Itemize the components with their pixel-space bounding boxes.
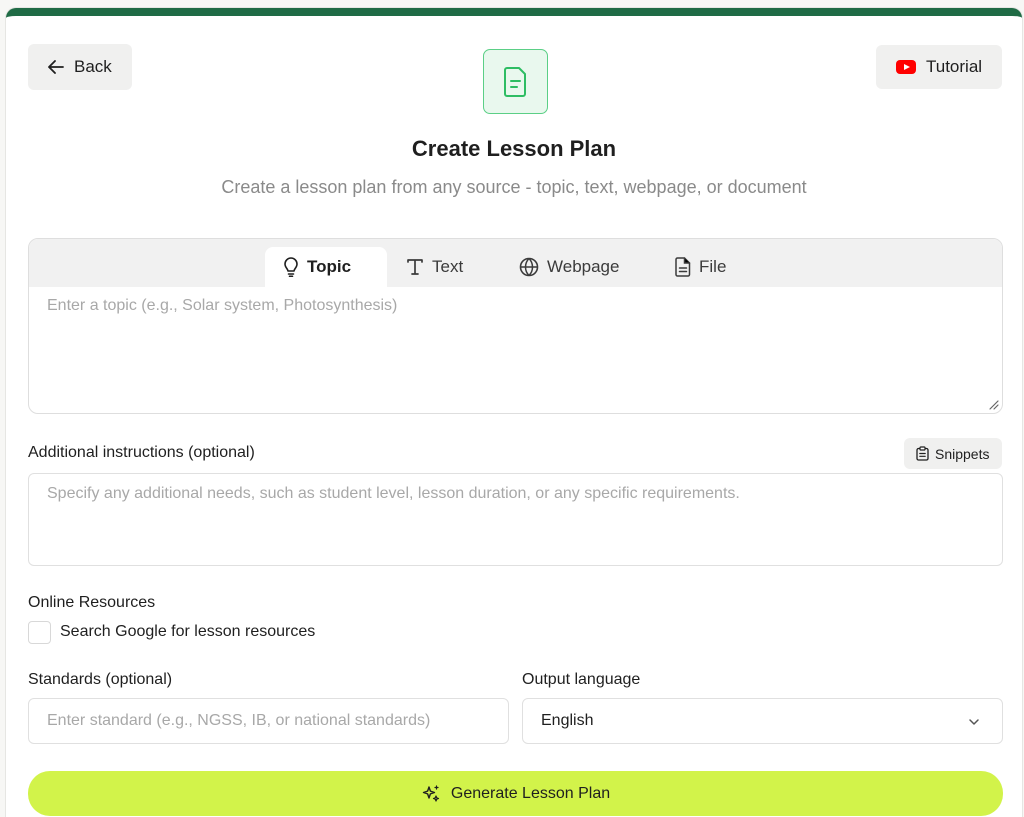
source-input-card: Topic Text Webpage File Enter a topic (e… [28,238,1003,414]
tab-webpage[interactable]: Webpage [519,247,619,287]
output-language-label: Output language [522,671,641,688]
tab-webpage-label: Webpage [547,257,620,276]
output-language-select[interactable]: English [522,698,1003,744]
lesson-plan-icon-badge [483,49,548,114]
tab-file-label: File [699,257,727,276]
document-icon [503,66,526,97]
tab-text[interactable]: Text [406,247,463,287]
standards-label: Standards (optional) [28,671,173,688]
sparkles-icon [422,784,439,802]
page-title: Create Lesson Plan [411,136,617,161]
lightbulb-icon [284,257,298,277]
tutorial-button[interactable]: Tutorial [876,45,1002,89]
chevron-down-icon [969,719,979,725]
source-tabs: Topic Text Webpage File [29,239,1002,287]
online-resources-label: Online Resources [28,594,156,611]
output-language-value: English [541,712,594,729]
file-icon [675,257,691,277]
search-google-label: Search Google for lesson resources [60,623,316,640]
generate-label: Generate Lesson Plan [450,784,611,802]
youtube-icon [896,60,916,74]
tab-topic-label: Topic [307,257,352,276]
search-google-checkbox[interactable] [28,621,51,644]
text-icon [407,259,423,275]
tutorial-label: Tutorial [926,57,983,76]
page-subtitle: Create a lesson plan from any source - t… [221,177,807,197]
arrow-left-icon [48,60,64,74]
standards-input[interactable]: Enter standard (e.g., NGSS, IB, or natio… [28,698,509,744]
main-panel: Back Tutorial Create Lesson Plan Create … [6,8,1022,817]
snippets-label: Snippets [935,445,990,462]
snippets-button[interactable]: Snippets [904,438,1002,469]
back-button[interactable]: Back [28,44,132,90]
instructions-input[interactable]: Specify any additional needs, such as st… [28,473,1003,566]
generate-lesson-plan-button[interactable]: Generate Lesson Plan [28,771,1003,816]
clipboard-icon [916,446,929,461]
resize-handle-icon[interactable] [987,398,999,410]
tab-text-label: Text [432,257,464,276]
back-label: Back [74,57,112,76]
instructions-label: Additional instructions (optional) [28,444,255,461]
globe-icon [519,257,539,277]
tab-topic[interactable]: Topic [265,247,387,287]
tab-file[interactable]: File [675,247,726,287]
topic-input[interactable]: Enter a topic (e.g., Solar system, Photo… [29,287,1002,413]
